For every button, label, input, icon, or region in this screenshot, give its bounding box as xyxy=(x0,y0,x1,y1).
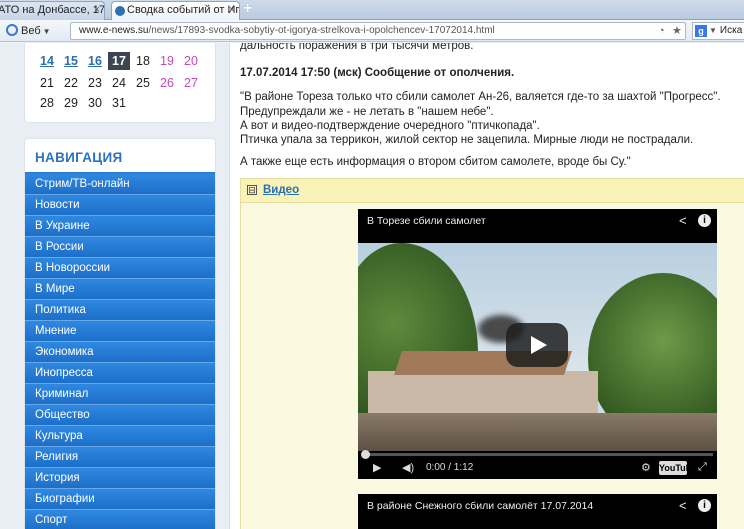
calendar-day: 30 xyxy=(88,96,102,110)
nav-item[interactable]: Религия xyxy=(25,447,215,468)
nav-item[interactable]: Биографии xyxy=(25,489,215,510)
tab-svodka[interactable]: Сводка событий от Иг... × xyxy=(111,1,240,20)
nav-item[interactable]: Инопресса xyxy=(25,363,215,384)
nav-item[interactable]: Политика xyxy=(25,300,215,321)
thumbnail-fence xyxy=(358,413,717,451)
chevron-down-icon: ▼ xyxy=(709,26,717,35)
navigation-list: Стрим/ТВ-онлайн Новости В Украине В России В… xyxy=(25,172,215,529)
tab-ato-donbass[interactable]: АТО на Донбассе, 17 ... × xyxy=(0,1,105,20)
nav-item[interactable]: Спорт xyxy=(25,510,215,529)
article-content: дальность поражения в три тысячи метров.… xyxy=(230,43,744,529)
quote-line: "В районе Тореза только что сбили самоле… xyxy=(240,91,721,103)
nav-item[interactable]: Экономика xyxy=(25,342,215,363)
article-heading: 17.07.2014 17:50 (мск) Сообщение от опол… xyxy=(240,67,515,79)
navigation-title: НАВИГАЦИЯ xyxy=(35,150,123,165)
youtube-logo[interactable]: YouTube xyxy=(659,461,696,475)
play-button[interactable] xyxy=(506,323,568,367)
article-top-line: дальность поражения в три тысячи метров. xyxy=(240,43,474,52)
calendar-day: 31 xyxy=(112,96,126,110)
address-bar-row: Веб ▼ www.e-news.su/news/17893-svodka-sob… xyxy=(0,20,744,42)
play-icon[interactable]: ▶ xyxy=(373,461,381,474)
calendar-day[interactable]: 16 xyxy=(84,52,106,70)
nav-item[interactable]: В России xyxy=(25,237,215,258)
nav-item[interactable]: В Новороссии xyxy=(25,258,215,279)
new-tab-button[interactable]: + xyxy=(243,1,252,17)
tab-bar: АТО на Донбассе, 17 ... × Сводка событий… xyxy=(0,0,744,20)
site-favicon-icon xyxy=(115,6,125,16)
nav-item[interactable]: Стрим/ТВ-онлайн xyxy=(25,174,215,195)
video-title[interactable]: В Торезе сбили самолет xyxy=(367,215,486,227)
calendar-day: 23 xyxy=(88,76,102,90)
calendar-day[interactable]: 15 xyxy=(60,52,82,70)
nav-item[interactable]: Культура xyxy=(25,426,215,447)
close-tab-icon[interactable]: × xyxy=(229,2,235,19)
nav-item[interactable]: История xyxy=(25,468,215,489)
calendar-day: 21 xyxy=(40,76,54,90)
video-progress-bar[interactable] xyxy=(361,450,713,459)
collapse-toggle-icon[interactable]: ⊟ xyxy=(247,185,257,195)
url-host: www.e-news.su xyxy=(79,25,149,36)
web-search-button[interactable]: Веб ▼ xyxy=(4,23,51,39)
article-extra-line: А также еще есть информация о втором сби… xyxy=(240,156,631,168)
share-icon[interactable]: < xyxy=(679,498,687,513)
share-icon[interactable]: < xyxy=(679,213,687,228)
tab-label: АТО на Донбассе, 17 ... xyxy=(0,4,105,16)
page: 14 15 16 17 18 19 20 21 22 23 24 25 26 27 28 29 30 31 НАВ… xyxy=(0,43,744,529)
calendar-day: 29 xyxy=(64,96,78,110)
calendar-day: 28 xyxy=(40,96,54,110)
volume-icon[interactable]: ◀) xyxy=(402,461,414,474)
video-player[interactable]: В Торезе сбили самолет < i ▶ ◀) 0:00 / 1… xyxy=(358,209,717,479)
quote-line: Предупреждали же - не летать в "нашем не… xyxy=(240,106,494,118)
calendar-widget: 14 15 16 17 18 19 20 21 22 23 24 25 26 27 28 29 30 31 xyxy=(24,43,216,123)
info-icon[interactable]: i xyxy=(698,499,711,512)
url-input[interactable]: www.e-news.su/news/17893-svodka-sobytiy-… xyxy=(70,22,686,40)
calendar-day: 22 xyxy=(64,76,78,90)
video-section-label[interactable]: Видео xyxy=(263,184,299,196)
nav-item[interactable]: В Украине xyxy=(25,216,215,237)
quote-line: А вот и видео-подтверждение очередного "… xyxy=(240,120,540,132)
settings-gear-icon[interactable]: ⚙ xyxy=(641,461,651,474)
rss-icon[interactable]: ◔ xyxy=(658,24,665,38)
quote-line: Птичка упала за террикон, жилой сектор н… xyxy=(240,134,694,146)
calendar-day-partial xyxy=(37,43,59,52)
chevron-down-icon: ▼ xyxy=(42,27,51,36)
web-button-label: Веб xyxy=(21,25,41,37)
google-icon: g xyxy=(695,25,707,37)
calendar-day: 25 xyxy=(136,76,150,90)
search-text: Иска xyxy=(719,25,743,36)
calendar-day: 20 xyxy=(184,54,198,68)
video-time: 0:00 / 1:12 xyxy=(426,462,474,473)
navigation-panel: НАВИГАЦИЯ Стрим/ТВ-онлайн Новости В Украин… xyxy=(24,138,216,529)
nav-item[interactable]: Криминал xyxy=(25,384,215,405)
bookmark-star-icon[interactable]: ★ xyxy=(672,24,682,38)
calendar-day: 19 xyxy=(160,54,174,68)
nav-item[interactable]: Новости xyxy=(25,195,215,216)
calendar-day: 24 xyxy=(112,76,126,90)
calendar-day: 27 xyxy=(184,76,198,90)
url-path: /news/17893-svodka-sobytiy-ot-igorya-str… xyxy=(148,25,495,36)
nav-item[interactable]: Общество xyxy=(25,405,215,426)
video-thumbnail[interactable] xyxy=(358,243,717,451)
video-title[interactable]: В районе Снежного сбили самолёт 17.07.20… xyxy=(367,500,593,512)
video-section: ⊟ Видео В Торезе сбили самолет < i ▶ ◀) … xyxy=(240,178,744,529)
calendar-day-today: 17 xyxy=(108,52,130,70)
video-progress-handle[interactable] xyxy=(361,450,370,459)
search-input[interactable]: g ▼ Иска xyxy=(692,22,744,40)
nav-item[interactable]: Мнение xyxy=(25,321,215,342)
fullscreen-icon[interactable]: ⤢ xyxy=(698,461,707,474)
search-engine-icon xyxy=(6,24,18,36)
calendar-day: 18 xyxy=(136,54,150,68)
info-icon[interactable]: i xyxy=(698,214,711,227)
calendar-day[interactable]: 14 xyxy=(36,52,58,70)
tab-label: Сводка событий от Иг... xyxy=(127,4,240,16)
nav-item[interactable]: В Мире xyxy=(25,279,215,300)
video-section-header[interactable]: ⊟ Видео xyxy=(241,179,744,203)
video-player[interactable]: В районе Снежного сбили самолёт 17.07.20… xyxy=(358,494,717,529)
calendar-day: 26 xyxy=(160,76,174,90)
close-tab-icon[interactable]: × xyxy=(94,2,100,19)
